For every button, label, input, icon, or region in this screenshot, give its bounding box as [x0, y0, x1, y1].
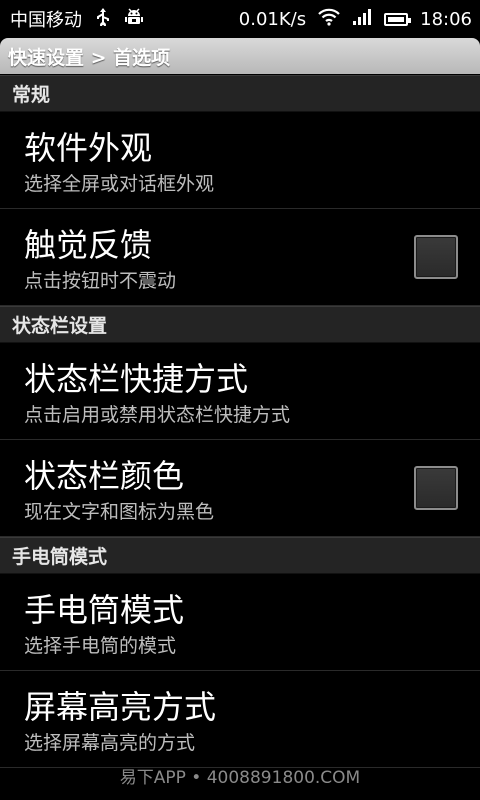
status-bar-right: 0.01K/s 18:06 — [239, 0, 472, 38]
pref-title: 状态栏快捷方式 — [24, 360, 249, 398]
carrier-name: 中国移动 — [10, 10, 82, 31]
statusbar-color-checkbox[interactable] — [414, 466, 458, 510]
section-header-label: 手电筒模式 — [12, 546, 108, 568]
wifi-icon — [318, 8, 340, 31]
pref-title: 触觉反馈 — [24, 226, 153, 264]
section-header-general: 常规 — [0, 75, 480, 112]
section-header-flashlight: 手电筒模式 — [0, 537, 480, 574]
pref-title: 软件外观 — [24, 129, 153, 167]
pref-summary: 点击按钮时不震动 — [24, 270, 177, 292]
section-header-label: 常规 — [12, 84, 51, 106]
pref-summary: 现在文字和图标为黑色 — [24, 501, 215, 523]
pref-title: 屏幕高亮方式 — [24, 688, 217, 726]
section-header-statusbar: 状态栏设置 — [0, 306, 480, 343]
pref-title: 状态栏颜色 — [24, 457, 185, 495]
signal-icon — [352, 8, 372, 31]
title-bar: 快速设置 > 首选项 — [0, 38, 480, 74]
usb-icon — [96, 8, 110, 30]
pref-summary: 点击启用或禁用状态栏快捷方式 — [24, 404, 291, 426]
pref-app-appearance[interactable]: 软件外观 选择全屏或对话框外观 — [0, 112, 480, 209]
watermark: 易下APP • 4008891800.COM — [119, 768, 361, 788]
section-header-label: 状态栏设置 — [12, 315, 108, 337]
page-title: 快速设置 > 首选项 — [8, 46, 171, 69]
battery-icon — [384, 12, 412, 26]
pref-flashlight-mode[interactable]: 手电筒模式 选择手电筒的模式 — [0, 574, 480, 671]
preference-list: 常规 软件外观 选择全屏或对话框外观 触觉反馈 点击按钮时不震动 状态栏设置 状… — [0, 75, 480, 768]
pref-summary: 选择手电筒的模式 — [24, 635, 177, 657]
pref-statusbar-color[interactable]: 状态栏颜色 现在文字和图标为黑色 — [0, 440, 480, 537]
android-debug-icon — [124, 7, 144, 31]
pref-screen-highlight-mode[interactable]: 屏幕高亮方式 选择屏幕高亮的方式 — [0, 671, 480, 768]
status-bar-left: 中国移动 — [10, 0, 144, 38]
pref-statusbar-shortcut[interactable]: 状态栏快捷方式 点击启用或禁用状态栏快捷方式 — [0, 343, 480, 440]
pref-title: 手电筒模式 — [24, 591, 185, 629]
pref-summary: 选择屏幕高亮的方式 — [24, 732, 196, 754]
status-bar: 中国移动 0.01K/s 18:06 — [0, 0, 480, 38]
clock: 18:06 — [420, 8, 472, 30]
pref-haptic-feedback[interactable]: 触觉反馈 点击按钮时不震动 — [0, 209, 480, 306]
haptic-feedback-checkbox[interactable] — [414, 235, 458, 279]
net-speed: 0.01K/s — [238, 8, 307, 30]
pref-summary: 选择全屏或对话框外观 — [24, 173, 215, 195]
